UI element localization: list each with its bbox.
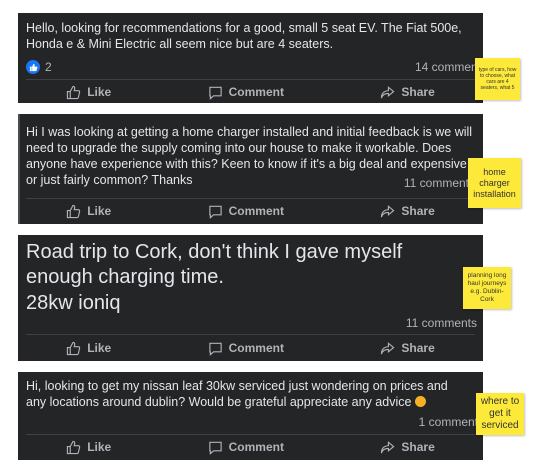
action-bar: Like Comment Share xyxy=(18,337,483,359)
comment-label: Comment xyxy=(228,341,284,355)
post-card: Hi I was looking at getting a home charg… xyxy=(18,114,483,224)
post-text: Road trip to Cork, don't think I gave my… xyxy=(26,241,403,288)
sticky-note-text: planning long haul journeys e.g. Dublin-… xyxy=(467,272,507,303)
smile-emoji-icon xyxy=(414,396,426,407)
like-button[interactable]: Like xyxy=(66,341,111,356)
share-icon xyxy=(381,341,395,354)
comment-icon xyxy=(208,86,222,100)
like-button[interactable]: Like xyxy=(66,440,111,455)
comment-icon xyxy=(208,205,222,219)
share-label: Share xyxy=(401,85,435,99)
post-card: Road trip to Cork, don't think I gave my… xyxy=(18,235,483,361)
post-text: Hi, looking to get my nissan leaf 30kw s… xyxy=(26,378,453,410)
comment-icon xyxy=(208,441,222,455)
post-text: Hello, looking for recommendations for a… xyxy=(26,21,462,51)
sticky-note: where to get it serviced xyxy=(476,393,524,435)
divider xyxy=(26,434,475,435)
share-icon xyxy=(381,85,395,98)
share-label: Share xyxy=(401,440,435,454)
sticky-note-text: home charger installation xyxy=(473,166,516,199)
comment-count[interactable]: 11 comments xyxy=(404,176,475,190)
comment-label: Comment xyxy=(228,85,284,99)
like-label: Like xyxy=(87,204,112,218)
post-card: Hi, looking to get my nissan leaf 30kw s… xyxy=(18,372,483,460)
comment-button[interactable]: Comment xyxy=(208,85,284,100)
like-label: Like xyxy=(87,341,112,355)
post-text-content: Hi, looking to get my nissan leaf 30kw s… xyxy=(26,379,448,409)
divider xyxy=(26,198,475,199)
reaction-count: 2 xyxy=(45,60,52,74)
post-card: Hello, looking for recommendations for a… xyxy=(18,13,487,103)
thumbs-up-icon xyxy=(67,85,81,99)
sticky-note: type of cars, how to choose, what cars a… xyxy=(475,58,520,100)
sticky-note-text: where to get it serviced xyxy=(480,396,520,431)
thumbs-up-icon xyxy=(67,341,81,355)
post-text-line2: 28kw ioniq xyxy=(26,292,121,314)
like-button[interactable]: Like xyxy=(66,204,111,219)
action-bar: Like Comment Share xyxy=(18,200,483,222)
comment-count[interactable]: 11 comments xyxy=(406,316,477,330)
divider xyxy=(26,79,475,80)
divider xyxy=(26,334,475,335)
action-bar: Like Comment Share xyxy=(18,81,483,103)
share-icon xyxy=(381,440,395,453)
share-button[interactable]: Share xyxy=(380,204,435,219)
share-button[interactable]: Share xyxy=(380,341,435,356)
share-icon xyxy=(381,204,395,217)
share-button[interactable]: Share xyxy=(380,85,435,100)
like-label: Like xyxy=(87,440,112,454)
comment-icon xyxy=(208,342,222,356)
reaction-summary[interactable]: 2 xyxy=(26,60,52,74)
share-label: Share xyxy=(401,204,435,218)
share-label: Share xyxy=(401,341,435,355)
action-bar: Like Comment Share xyxy=(18,436,483,458)
comment-label: Comment xyxy=(228,204,284,218)
like-reaction-icon xyxy=(26,60,40,74)
sticky-note: planning long haul journeys e.g. Dublin-… xyxy=(463,267,511,309)
thumbs-up-icon xyxy=(67,440,81,454)
comment-count[interactable]: 1 comment xyxy=(419,415,478,429)
comment-button[interactable]: Comment xyxy=(208,204,284,219)
thumbs-up-icon xyxy=(67,204,81,218)
comment-button[interactable]: Comment xyxy=(208,440,284,455)
sticky-note-text: type of cars, how to choose, what cars a… xyxy=(478,67,517,91)
like-label: Like xyxy=(87,85,112,99)
sticky-note: home charger installation xyxy=(468,158,521,208)
share-button[interactable]: Share xyxy=(380,440,435,455)
like-button[interactable]: Like xyxy=(66,85,111,100)
comment-label: Comment xyxy=(228,440,284,454)
comment-button[interactable]: Comment xyxy=(208,341,284,356)
